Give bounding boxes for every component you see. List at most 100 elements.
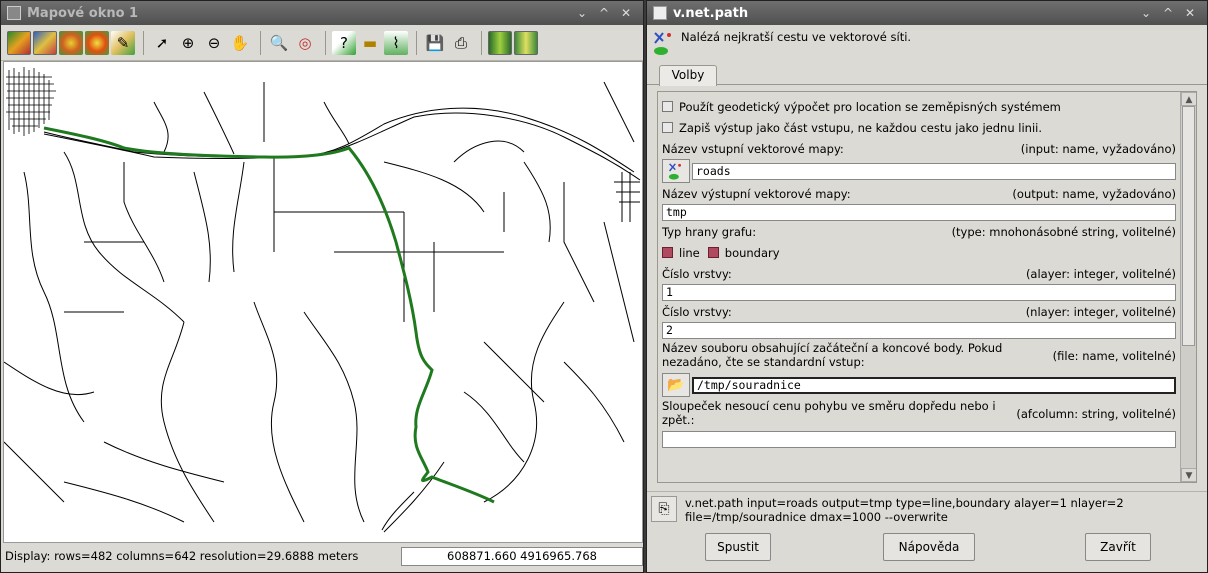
toolbar-separator: [325, 30, 326, 55]
file-label: Název souboru obsahující začáteční a kon…: [662, 341, 1003, 369]
alayer-row: Číslo vrstvy: (alayer: integer, voliteln…: [662, 263, 1176, 284]
write-as-part-option[interactable]: Zapiš výstup jako část vstupu, ne každou…: [662, 117, 1176, 138]
edge-type-options: line boundary: [662, 242, 1176, 263]
window-icon: [7, 6, 21, 20]
command-text: v.net.path input=roads output=tmp type=l…: [685, 496, 1124, 524]
type-line-label: line: [679, 245, 700, 260]
vector-module-icon: [654, 32, 671, 55]
afcolumn-row: Sloupeček nesoucí cenu pohybu ve směru d…: [662, 397, 1176, 431]
map-titlebar[interactable]: Mapové okno 1 ⌄ ^ ✕: [1, 1, 643, 25]
zoom-menu-icon[interactable]: ◎: [293, 31, 317, 55]
map-statusbar: Display: rows=482 columns=642 resolution…: [1, 545, 643, 567]
write-as-part-checkbox[interactable]: [662, 122, 673, 133]
file-meta: (file: name, volitelné): [1052, 349, 1176, 363]
nviz-icon[interactable]: [488, 30, 512, 55]
input-map-row: Název vstupní vektorové mapy: (input: na…: [662, 138, 1176, 159]
nlayer-label: Číslo vrstvy:: [662, 304, 732, 319]
output-map-field[interactable]: tmp: [662, 204, 1176, 221]
alayer-meta: (alayer: integer, volitelné): [1025, 266, 1176, 281]
module-description: Nalézá nejkratší cestu ve vektorové síti…: [647, 25, 1207, 61]
options-panel: Použít geodetický výpočet pro location s…: [657, 91, 1197, 483]
alayer-label: Číslo vrstvy:: [662, 266, 732, 281]
copy-icon: ⎘: [658, 501, 670, 517]
output-map-label: Název výstupní vektorové mapy:: [662, 186, 851, 201]
options-content: Použít geodetický výpočet pro location s…: [658, 92, 1180, 482]
display-map-icon[interactable]: [7, 30, 31, 55]
type-boundary-checkbox[interactable]: [707, 247, 719, 258]
window-icon: [653, 6, 667, 20]
query-icon[interactable]: ?: [332, 30, 356, 55]
type-boundary-label: boundary: [724, 245, 780, 260]
erase-icon[interactable]: ✎: [111, 30, 135, 55]
display-overlay-icon[interactable]: [33, 30, 57, 55]
file-row: Název souboru obsahující začáteční a kon…: [662, 339, 1176, 373]
histogram-icon[interactable]: [514, 30, 538, 55]
options-scrollbar[interactable]: ▲ ▼: [1180, 92, 1196, 482]
afcolumn-meta: (afcolumn: string, volitelné): [1016, 407, 1176, 421]
toolbar-separator: [260, 30, 261, 55]
toolbar-separator: [416, 30, 417, 55]
nlayer-row: Číslo vrstvy: (nlayer: integer, voliteln…: [662, 301, 1176, 322]
maximize-icon[interactable]: ^: [1157, 6, 1179, 20]
output-map-meta: (output: name, vyžadováno): [1012, 186, 1176, 201]
zoom-back-icon[interactable]: 🔍: [267, 31, 291, 55]
profile-icon[interactable]: ⌇: [384, 30, 408, 55]
input-map-field[interactable]: roads: [692, 162, 1176, 180]
pointer-icon[interactable]: ➚: [150, 31, 174, 55]
close-icon[interactable]: ✕: [615, 6, 637, 20]
input-map-label: Název vstupní vektorové mapy:: [662, 141, 844, 156]
map-window: Mapové okno 1 ⌄ ^ ✕ ✎ ➚ ⊕ ⊖ ✋ 🔍 ◎ ? ▬ ⌇ …: [0, 0, 644, 573]
write-as-part-label: Zapiš výstup jako část vstupu, ne každou…: [679, 120, 1043, 135]
map-canvas[interactable]: [3, 61, 643, 543]
zoom-out-icon[interactable]: ⊖: [202, 31, 226, 55]
alayer-field[interactable]: 1: [662, 284, 1176, 301]
display-info: Display: rows=482 columns=642 resolution…: [5, 549, 359, 563]
file-field[interactable]: /tmp/souradnice: [692, 376, 1176, 394]
scroll-down-icon[interactable]: ▼: [1181, 468, 1196, 482]
input-map-meta: (input: name, vyžadováno): [1020, 141, 1176, 156]
afcolumn-label: Sloupeček nesoucí cenu pohybu ve směru d…: [662, 399, 996, 427]
menu-icon[interactable]: ⌄: [1135, 6, 1157, 20]
edge-type-row: Typ hrany grafu: (type: mnohonásobné str…: [662, 221, 1176, 242]
edge-type-label: Typ hrany grafu:: [662, 224, 757, 239]
pan-icon[interactable]: ✋: [228, 31, 252, 55]
browse-file-button[interactable]: 📂: [662, 373, 690, 397]
dialog-titlebar[interactable]: v.net.path ⌄ ^ ✕: [647, 1, 1207, 25]
input-map-field-row: roads: [662, 159, 1176, 183]
select-vector-map-button[interactable]: [662, 159, 690, 183]
tab-options[interactable]: Volby: [659, 65, 717, 86]
run-button[interactable]: Spustit: [705, 533, 771, 561]
type-line-checkbox[interactable]: [662, 247, 673, 258]
geodetic-label: Použít geodetický výpočet pro location s…: [679, 99, 1061, 114]
road-network-map[interactable]: [4, 62, 642, 542]
scroll-thumb[interactable]: [1182, 106, 1195, 346]
file-field-row: 📂 /tmp/souradnice: [662, 373, 1176, 397]
raster-icon[interactable]: [59, 30, 83, 55]
module-description-text: Nalézá nejkratší cestu ve vektorové síti…: [681, 30, 912, 44]
output-map-row: Název výstupní vektorové mapy: (output: …: [662, 183, 1176, 204]
map-window-title: Mapové okno 1: [27, 5, 139, 21]
menu-icon[interactable]: ⌄: [571, 6, 593, 20]
maximize-icon[interactable]: ^: [593, 6, 615, 20]
nlayer-meta: (nlayer: integer, volitelné): [1025, 304, 1176, 319]
copy-command-button[interactable]: ⎘: [651, 496, 677, 522]
save-icon[interactable]: 💾: [423, 31, 447, 55]
print-icon[interactable]: ⎙: [449, 31, 473, 55]
geodetic-option[interactable]: Použít geodetický výpočet pro location s…: [662, 96, 1176, 117]
afcolumn-field[interactable]: [662, 431, 1176, 448]
vector-icon[interactable]: [85, 30, 109, 55]
nlayer-field[interactable]: 2: [662, 322, 1176, 339]
toolbar-separator: [143, 30, 144, 55]
scroll-up-icon[interactable]: ▲: [1181, 92, 1196, 106]
help-button[interactable]: Nápověda: [883, 533, 975, 561]
close-icon[interactable]: ✕: [1179, 6, 1201, 20]
town-grid: [6, 67, 56, 136]
module-dialog: v.net.path ⌄ ^ ✕ Nalézá nejkratší cestu …: [646, 0, 1208, 573]
tab-bar: Volby: [647, 63, 1207, 86]
geodetic-checkbox[interactable]: [662, 101, 673, 112]
close-button[interactable]: Zavřít: [1085, 533, 1151, 561]
map-toolbar: ✎ ➚ ⊕ ⊖ ✋ 🔍 ◎ ? ▬ ⌇ 💾 ⎙: [1, 25, 643, 61]
zoom-in-icon[interactable]: ⊕: [176, 31, 200, 55]
dialog-buttons: Spustit Nápověda Zavřít: [647, 531, 1207, 565]
measure-icon[interactable]: ▬: [358, 31, 382, 55]
